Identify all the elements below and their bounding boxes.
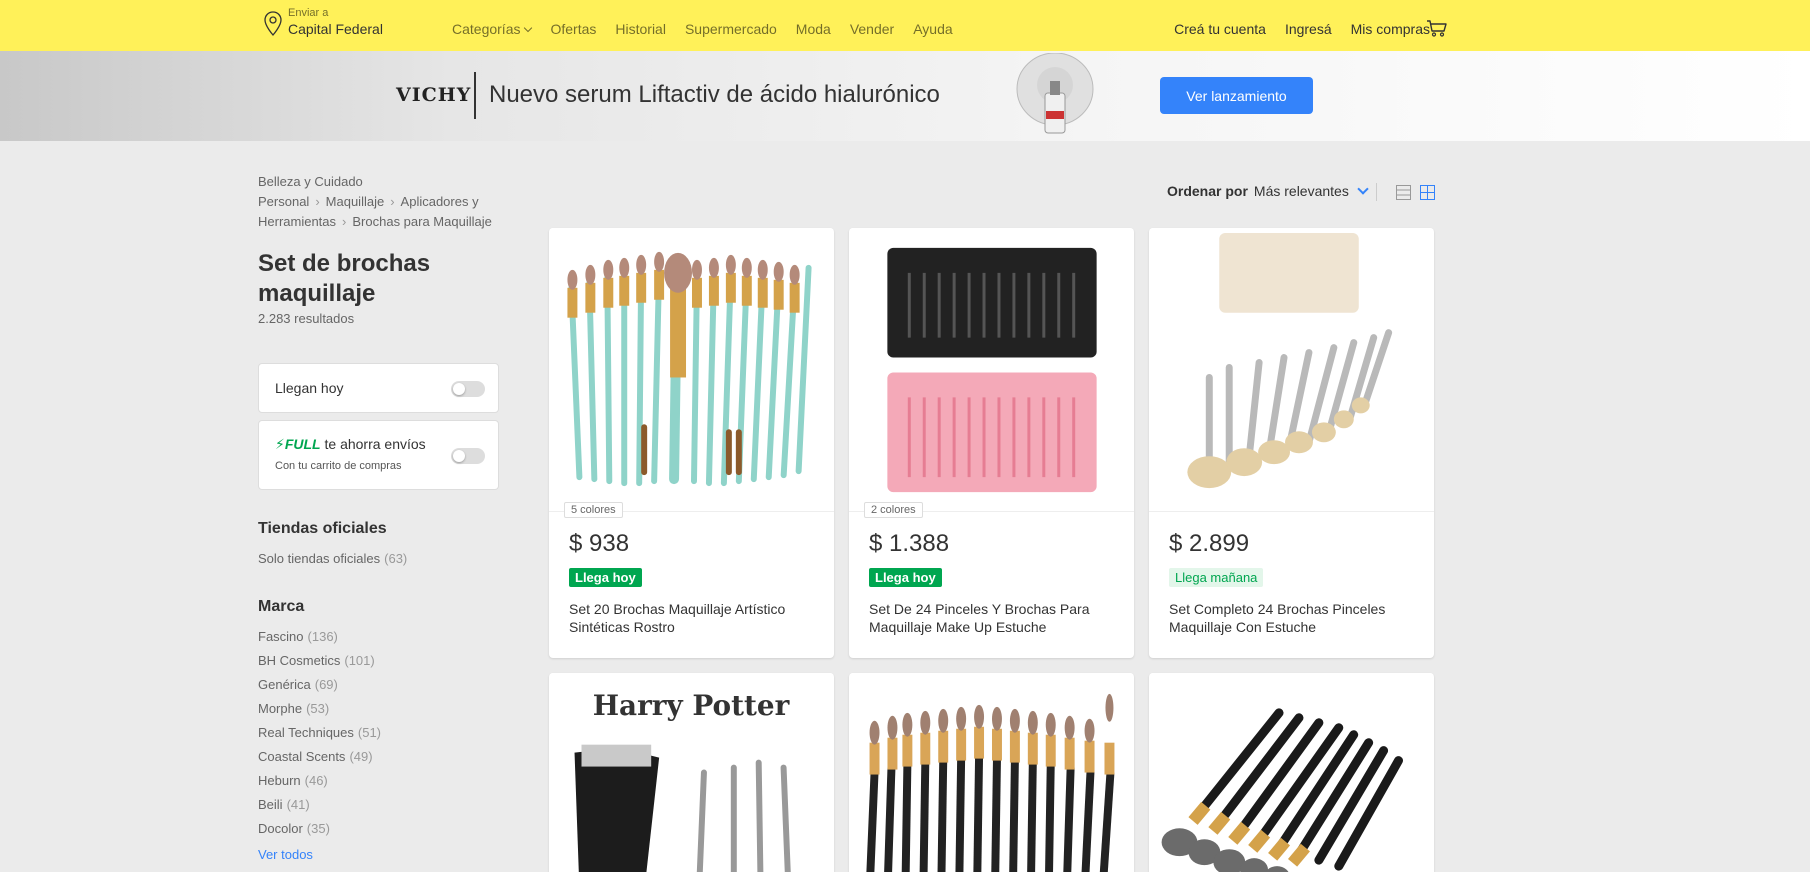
filter-full[interactable]: ⚡FULL te ahorra envíos Con tu carrito de… [258,420,499,490]
user-nav: Creá tu cuenta Ingresá Mis compras [1174,21,1430,37]
cart-icon[interactable] [1426,19,1448,37]
serum-bottle-image [1016,53,1094,134]
shipping-badge: Llega mañana [1169,568,1264,587]
main-nav: Categorías Ofertas Historial Supermercad… [452,21,953,37]
create-account-link[interactable]: Creá tu cuenta [1174,21,1266,37]
full-logo: ⚡FULL [275,436,321,452]
top-header: Enviar a Capital Federal Categorías Ofer… [0,0,1810,51]
official-stores-title: Tiendas oficiales [258,520,387,537]
product-image [1149,228,1434,512]
nav-ayuda[interactable]: Ayuda [913,21,952,37]
chevron-right-icon: › [390,194,395,209]
brand-logo: VICHY [396,84,472,106]
my-purchases-link[interactable]: Mis compras [1351,21,1430,37]
sort-value: Más relevantes [1253,183,1349,199]
nav-vender[interactable]: Vender [850,21,894,37]
product-image: Harry Potter [549,673,834,872]
filter-today[interactable]: Llegan hoy [258,363,499,413]
brand-section-title: Marca [258,598,305,615]
chevron-right-icon: › [315,194,320,209]
product-title[interactable]: Set De 24 Pinceles Y Brochas Para Maquil… [869,600,1119,636]
product-card[interactable]: 5 colores $ 938 Llega hoy Set 20 Brochas… [549,228,834,658]
product-image [549,228,834,512]
breadcrumb: Belleza y Cuidado Personal › Maquillaje › Ap… [258,172,543,232]
nav-categorias[interactable]: Categorías [452,21,533,37]
lightning-icon: ⚡ [275,436,285,452]
chevron-down-icon [1357,183,1369,195]
product-title[interactable]: Set 20 Brochas Maquillaje Artístico Sint… [569,600,819,636]
product-image [1149,673,1434,872]
brand-filter-item[interactable]: Heburn (46) [258,773,328,788]
colors-tag: 5 colores [564,502,623,518]
product-card[interactable]: Harry Potter [549,673,834,872]
product-price: $ 938 [569,530,630,557]
chevron-right-icon: › [342,214,347,229]
brand-filter-item[interactable]: Coastal Scents (49) [258,749,373,764]
nav-moda[interactable]: Moda [796,21,831,37]
banner-title: Nuevo serum Liftactiv de ácido hialuróni… [489,81,940,108]
page-title: Set de brochas maquillaje [258,250,431,307]
location-value: Capital Federal [288,21,383,37]
brand-filter-item[interactable]: Beili (41) [258,797,310,812]
official-stores-filter[interactable]: Solo tiendas oficiales (63) [258,551,407,566]
grid-view-icon[interactable] [1420,185,1435,200]
launch-button[interactable]: Ver lanzamiento [1160,77,1313,114]
list-view-icon[interactable] [1396,185,1411,200]
shipping-badge: Llega hoy [869,568,942,587]
product-price: $ 1.388 [869,530,950,557]
results-count: 2.283 resultados [258,311,355,326]
product-image [849,673,1134,872]
filter-full-label: te ahorra envíos [324,436,426,452]
product-card[interactable] [1149,673,1434,872]
harry-potter-logo: Harry Potter [593,689,790,722]
brand-filter-item[interactable]: BH Cosmetics (101) [258,653,375,668]
nav-historial[interactable]: Historial [615,21,666,37]
brand-filter-item[interactable]: Real Techniques (51) [258,725,381,740]
location-pin-icon [264,11,282,36]
brand-filter-item[interactable]: Genérica (69) [258,677,338,692]
filter-full-row: ⚡FULL te ahorra envíos [275,436,426,453]
brand-filter-item[interactable]: Fascino (136) [258,629,338,644]
product-card[interactable]: $ 2.899 Llega mañana Set Completo 24 Bro… [1149,228,1434,658]
sort-dropdown[interactable]: Ordenar por Más relevantes [1167,183,1369,199]
login-link[interactable]: Ingresá [1285,21,1332,37]
breadcrumb-item[interactable]: Maquillaje [326,194,385,209]
filter-today-label: Llegan hoy [275,380,344,396]
promo-banner[interactable]: VICHY Nuevo serum Liftactiv de ácido hia… [0,51,1810,141]
product-card[interactable] [849,673,1134,872]
location-selector[interactable]: Enviar a Capital Federal [263,8,383,37]
filter-full-toggle[interactable] [451,448,485,464]
brand-filter-item[interactable]: Morphe (53) [258,701,329,716]
filter-today-toggle[interactable] [451,381,485,397]
shipping-badge: Llega hoy [569,568,642,587]
sort-divider [1376,183,1377,201]
product-image [849,228,1134,512]
chevron-down-icon [524,23,533,33]
filter-full-sub: Con tu carrito de compras [275,460,402,472]
location-label: Enviar a [288,7,329,19]
nav-supermercado[interactable]: Supermercado [685,21,777,37]
brand-filter-item[interactable]: Docolor (35) [258,821,330,836]
breadcrumb-item[interactable]: Brochas para Maquillaje [352,214,491,229]
colors-tag: 2 colores [864,502,923,518]
product-title[interactable]: Set Completo 24 Brochas Pinceles Maquill… [1169,600,1419,636]
product-price: $ 2.899 [1169,530,1250,557]
banner-divider [474,72,476,119]
nav-ofertas[interactable]: Ofertas [550,21,596,37]
sort-label: Ordenar por [1167,183,1248,199]
product-card[interactable]: 2 colores $ 1.388 Llega hoy Set De 24 Pi… [849,228,1134,658]
see-all-brands-link[interactable]: Ver todos [258,847,313,862]
